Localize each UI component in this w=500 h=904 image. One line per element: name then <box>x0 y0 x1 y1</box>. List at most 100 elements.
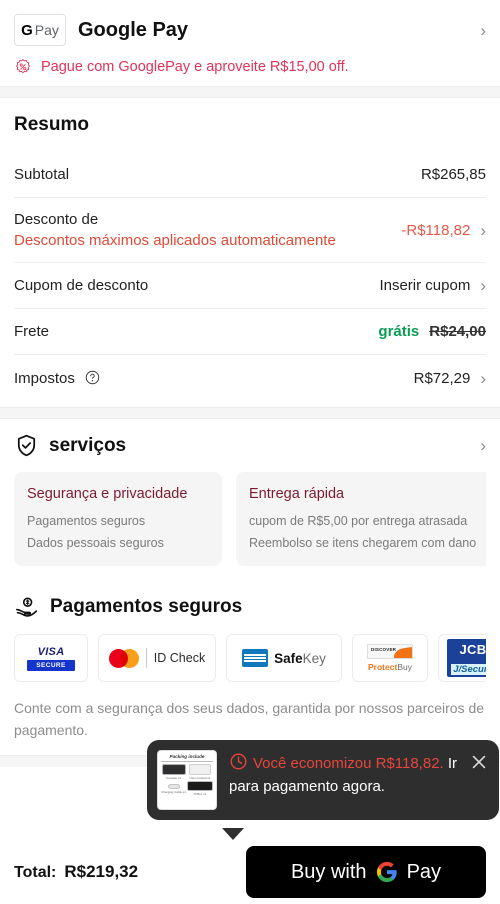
chevron-right-icon[interactable]: › <box>480 370 486 387</box>
shipping-value: grátis R$24,00 <box>378 323 486 340</box>
thumbnail-caption: Charging Cable x1 <box>161 790 186 794</box>
toast-saved-amount: R$118,82. <box>375 755 444 772</box>
jcb-wordmark: JCB <box>459 642 486 657</box>
discover-wordmark: DISCOVER <box>371 647 397 652</box>
console-thumb-icon <box>161 764 186 775</box>
shipping-free-label: grátis <box>378 323 420 340</box>
services-section: serviços › Segurança e privacidade Pagam… <box>0 419 500 582</box>
subtotal-amount: R$265,85 <box>420 166 486 183</box>
discount-value: -R$118,82 › <box>401 222 486 239</box>
protectbuy-label: ProtectBuy <box>368 662 412 672</box>
visa-secure-badge: VISA SECURE <box>14 634 88 682</box>
total-label: Total: <box>14 864 57 881</box>
discount-amount: -R$118,82 <box>401 221 471 239</box>
discover-logo-icon: DISCOVER <box>367 644 413 659</box>
subtotal-value: R$265,85 <box>421 166 486 183</box>
visa-wordmark: VISA <box>37 645 65 658</box>
thumbnail-cell: Charging Cable x1 <box>161 781 186 796</box>
taxes-label-wrap: Impostos <box>14 370 100 387</box>
percent-badge-icon <box>15 59 31 74</box>
buy-button-pay-word: Pay <box>406 860 442 883</box>
chevron-right-icon[interactable]: › <box>480 437 486 454</box>
clock-icon <box>230 753 247 770</box>
taxes-amount: R$72,29 <box>413 369 471 387</box>
buy-with-google-pay-button[interactable]: Buy with Pay <box>246 846 486 898</box>
service-card-heading: Segurança e privacidade <box>27 486 188 502</box>
jsecure-label: J/Secure <box>451 664 486 675</box>
discount-label: Desconto de <box>14 211 99 228</box>
close-icon[interactable] <box>469 752 489 772</box>
thumbnail-caption: User manual x1 <box>189 776 211 780</box>
discount-labels: Desconto de Descontos máximos aplicados … <box>14 211 336 249</box>
coupon-action-text[interactable]: Inserir cupom <box>379 277 470 294</box>
discover-protectbuy-badge: DISCOVER ProtectBuy <box>352 634 428 682</box>
safekey-label: SafeKey <box>274 651 326 666</box>
discount-sublabel: Descontos máximos aplicados automaticame… <box>14 232 336 249</box>
manual-thumb-icon <box>189 764 211 775</box>
summary-row-coupon[interactable]: Cupom de desconto Inserir cupom › <box>14 263 486 309</box>
chevron-right-icon[interactable]: › <box>480 222 486 239</box>
toast-message: Você economizou R$118,82. Ir para pagame… <box>229 752 489 799</box>
shipping-label: Frete <box>14 323 50 340</box>
google-g-logo-icon <box>376 861 397 883</box>
id-check-label: ID Check <box>153 651 206 665</box>
jcb-j-secure-badge: JCB J/Secure <box>438 634 486 682</box>
service-card-security[interactable]: Segurança e privacidade Pagamentos segur… <box>14 472 222 566</box>
services-title: serviços <box>49 434 127 456</box>
coupon-value: Inserir cupom › <box>379 277 486 294</box>
secure-payments-title: Pagamentos seguros <box>50 596 243 617</box>
protectbuy-bold: Protect <box>368 662 398 672</box>
shipping-original-price: R$24,00 <box>429 323 486 340</box>
box-thumb-icon <box>187 781 213 791</box>
buy-button-label: Buy with <box>290 860 367 883</box>
amex-logo-icon <box>242 649 269 667</box>
summary-row-shipping: Frete grátis R$24,00 <box>14 309 486 355</box>
service-card-fast-delivery[interactable]: Entrega rápida cupom de R$5,00 por entre… <box>236 472 486 566</box>
summary-row-discount[interactable]: Desconto de Descontos máximos aplicados … <box>14 198 486 263</box>
taxes-label: Impostos <box>14 369 75 387</box>
jcb-logo-icon: JCB J/Secure <box>447 639 486 677</box>
thumbnail-cell: TFBox x1 <box>187 781 213 796</box>
services-header[interactable]: serviços › <box>14 433 486 458</box>
subtotal-label: Subtotal <box>14 166 70 183</box>
google-pay-logo-icon: G Pay <box>14 14 66 46</box>
secure-payments-section: Pagamentos seguros VISA SECURE ID Check … <box>0 582 500 755</box>
summary-row-subtotal: Subtotal R$265,85 <box>14 152 486 198</box>
secure-payments-header: Pagamentos seguros <box>14 594 486 620</box>
total-value: R$219,32 <box>64 862 139 881</box>
service-card-line: cupom de R$5,00 por entrega atrasada <box>249 514 468 528</box>
safekey-light: Key <box>302 650 326 666</box>
google-pay-promo-section: G Pay Google Pay › Pague com GooglePay e… <box>0 0 500 86</box>
service-card-line: Pagamentos seguros <box>27 514 146 528</box>
thumbnail-cell: Console x1 <box>161 764 186 780</box>
checkout-page: G Pay Google Pay › Pague com GooglePay e… <box>0 0 500 904</box>
hand-holding-coin-icon <box>16 597 38 617</box>
section-divider <box>0 86 500 98</box>
thumbnail-caption: Console x1 <box>165 776 181 780</box>
order-total: Total: R$219,32 <box>14 862 138 882</box>
mastercard-logo-icon <box>108 648 139 668</box>
service-card-line: Dados pessoais seguros <box>27 536 164 550</box>
toast-saved-label: Você economizou <box>253 755 372 772</box>
summary-row-taxes[interactable]: Impostos R$72,29 › <box>14 355 486 401</box>
thumbnail-title: Packing include <box>161 751 213 762</box>
chevron-right-icon[interactable]: › <box>480 277 486 294</box>
savings-toast[interactable]: Packing include Console x1 User manual x… <box>147 740 499 820</box>
safekey-bold: Safe <box>274 650 303 666</box>
google-pay-title: Google Pay <box>78 18 189 41</box>
thumbnail-cell: User manual x1 <box>187 764 213 780</box>
chevron-right-icon[interactable]: › <box>480 22 486 39</box>
order-summary-section: Resumo Subtotal R$265,85 Desconto de Des… <box>0 98 500 407</box>
section-divider <box>0 407 500 419</box>
badge-divider <box>145 648 147 668</box>
google-g-letter: G <box>21 21 33 39</box>
taxes-value: R$72,29 › <box>414 370 486 387</box>
service-card-heading: Entrega rápida <box>249 486 345 502</box>
amex-safekey-badge: SafeKey <box>226 634 342 682</box>
summary-title: Resumo <box>14 114 89 135</box>
payment-badge-list: VISA SECURE ID Check SafeKey DISCOVER Pr… <box>14 634 486 682</box>
google-pay-promo-text: Pague com GooglePay e aproveite R$15,00 … <box>41 59 349 75</box>
product-thumbnail: Packing include Console x1 User manual x… <box>157 750 217 810</box>
question-mark-circle-icon[interactable] <box>85 370 100 385</box>
google-pay-row[interactable]: G Pay Google Pay › <box>14 14 486 46</box>
